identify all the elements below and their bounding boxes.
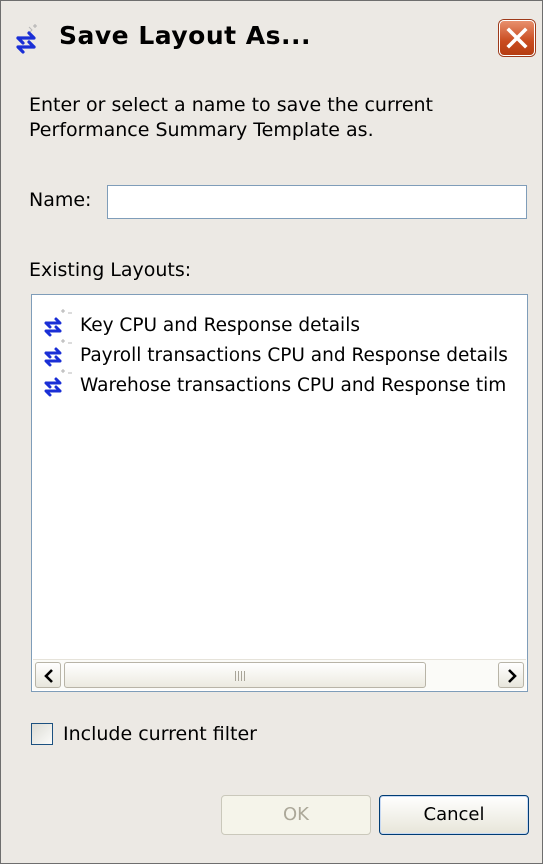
chevron-right-icon (508, 669, 517, 683)
close-button[interactable] (499, 20, 535, 56)
scroll-left-button[interactable] (35, 662, 61, 688)
chevron-left-icon (44, 669, 53, 683)
layout-swap-icon (13, 23, 49, 59)
ok-button[interactable]: OK (221, 795, 371, 835)
dialog-title: Save Layout As... (59, 21, 312, 50)
scroll-right-button[interactable] (498, 662, 524, 688)
layout-swap-icon (42, 339, 76, 369)
cancel-button[interactable]: Cancel (379, 795, 529, 835)
scrollbar-thumb[interactable] (64, 662, 426, 688)
layout-swap-icon (42, 309, 76, 339)
layout-swap-icon (42, 369, 76, 399)
save-layout-dialog: Save Layout As... Enter or select a name… (0, 0, 543, 864)
include-filter-checkbox[interactable] (31, 723, 53, 745)
scrollbar-grip (233, 671, 247, 681)
close-icon (506, 27, 528, 49)
list-item-label: Key CPU and Response details (80, 315, 360, 336)
existing-layouts-list[interactable]: Key CPU and Response details Payroll tra… (31, 294, 528, 692)
list-item-label: Warehose transactions CPU and Response t… (80, 375, 507, 396)
name-label: Name: (29, 189, 92, 211)
name-input[interactable] (107, 185, 527, 219)
title-bar[interactable]: Save Layout As... (1, 1, 542, 81)
existing-layouts-label: Existing Layouts: (29, 259, 192, 281)
include-filter-label[interactable]: Include current filter (63, 723, 257, 745)
horizontal-scrollbar[interactable] (33, 659, 526, 690)
list-item-label: Payroll transactions CPU and Response de… (80, 345, 508, 366)
instructions-text: Enter or select a name to save the curre… (29, 94, 434, 141)
